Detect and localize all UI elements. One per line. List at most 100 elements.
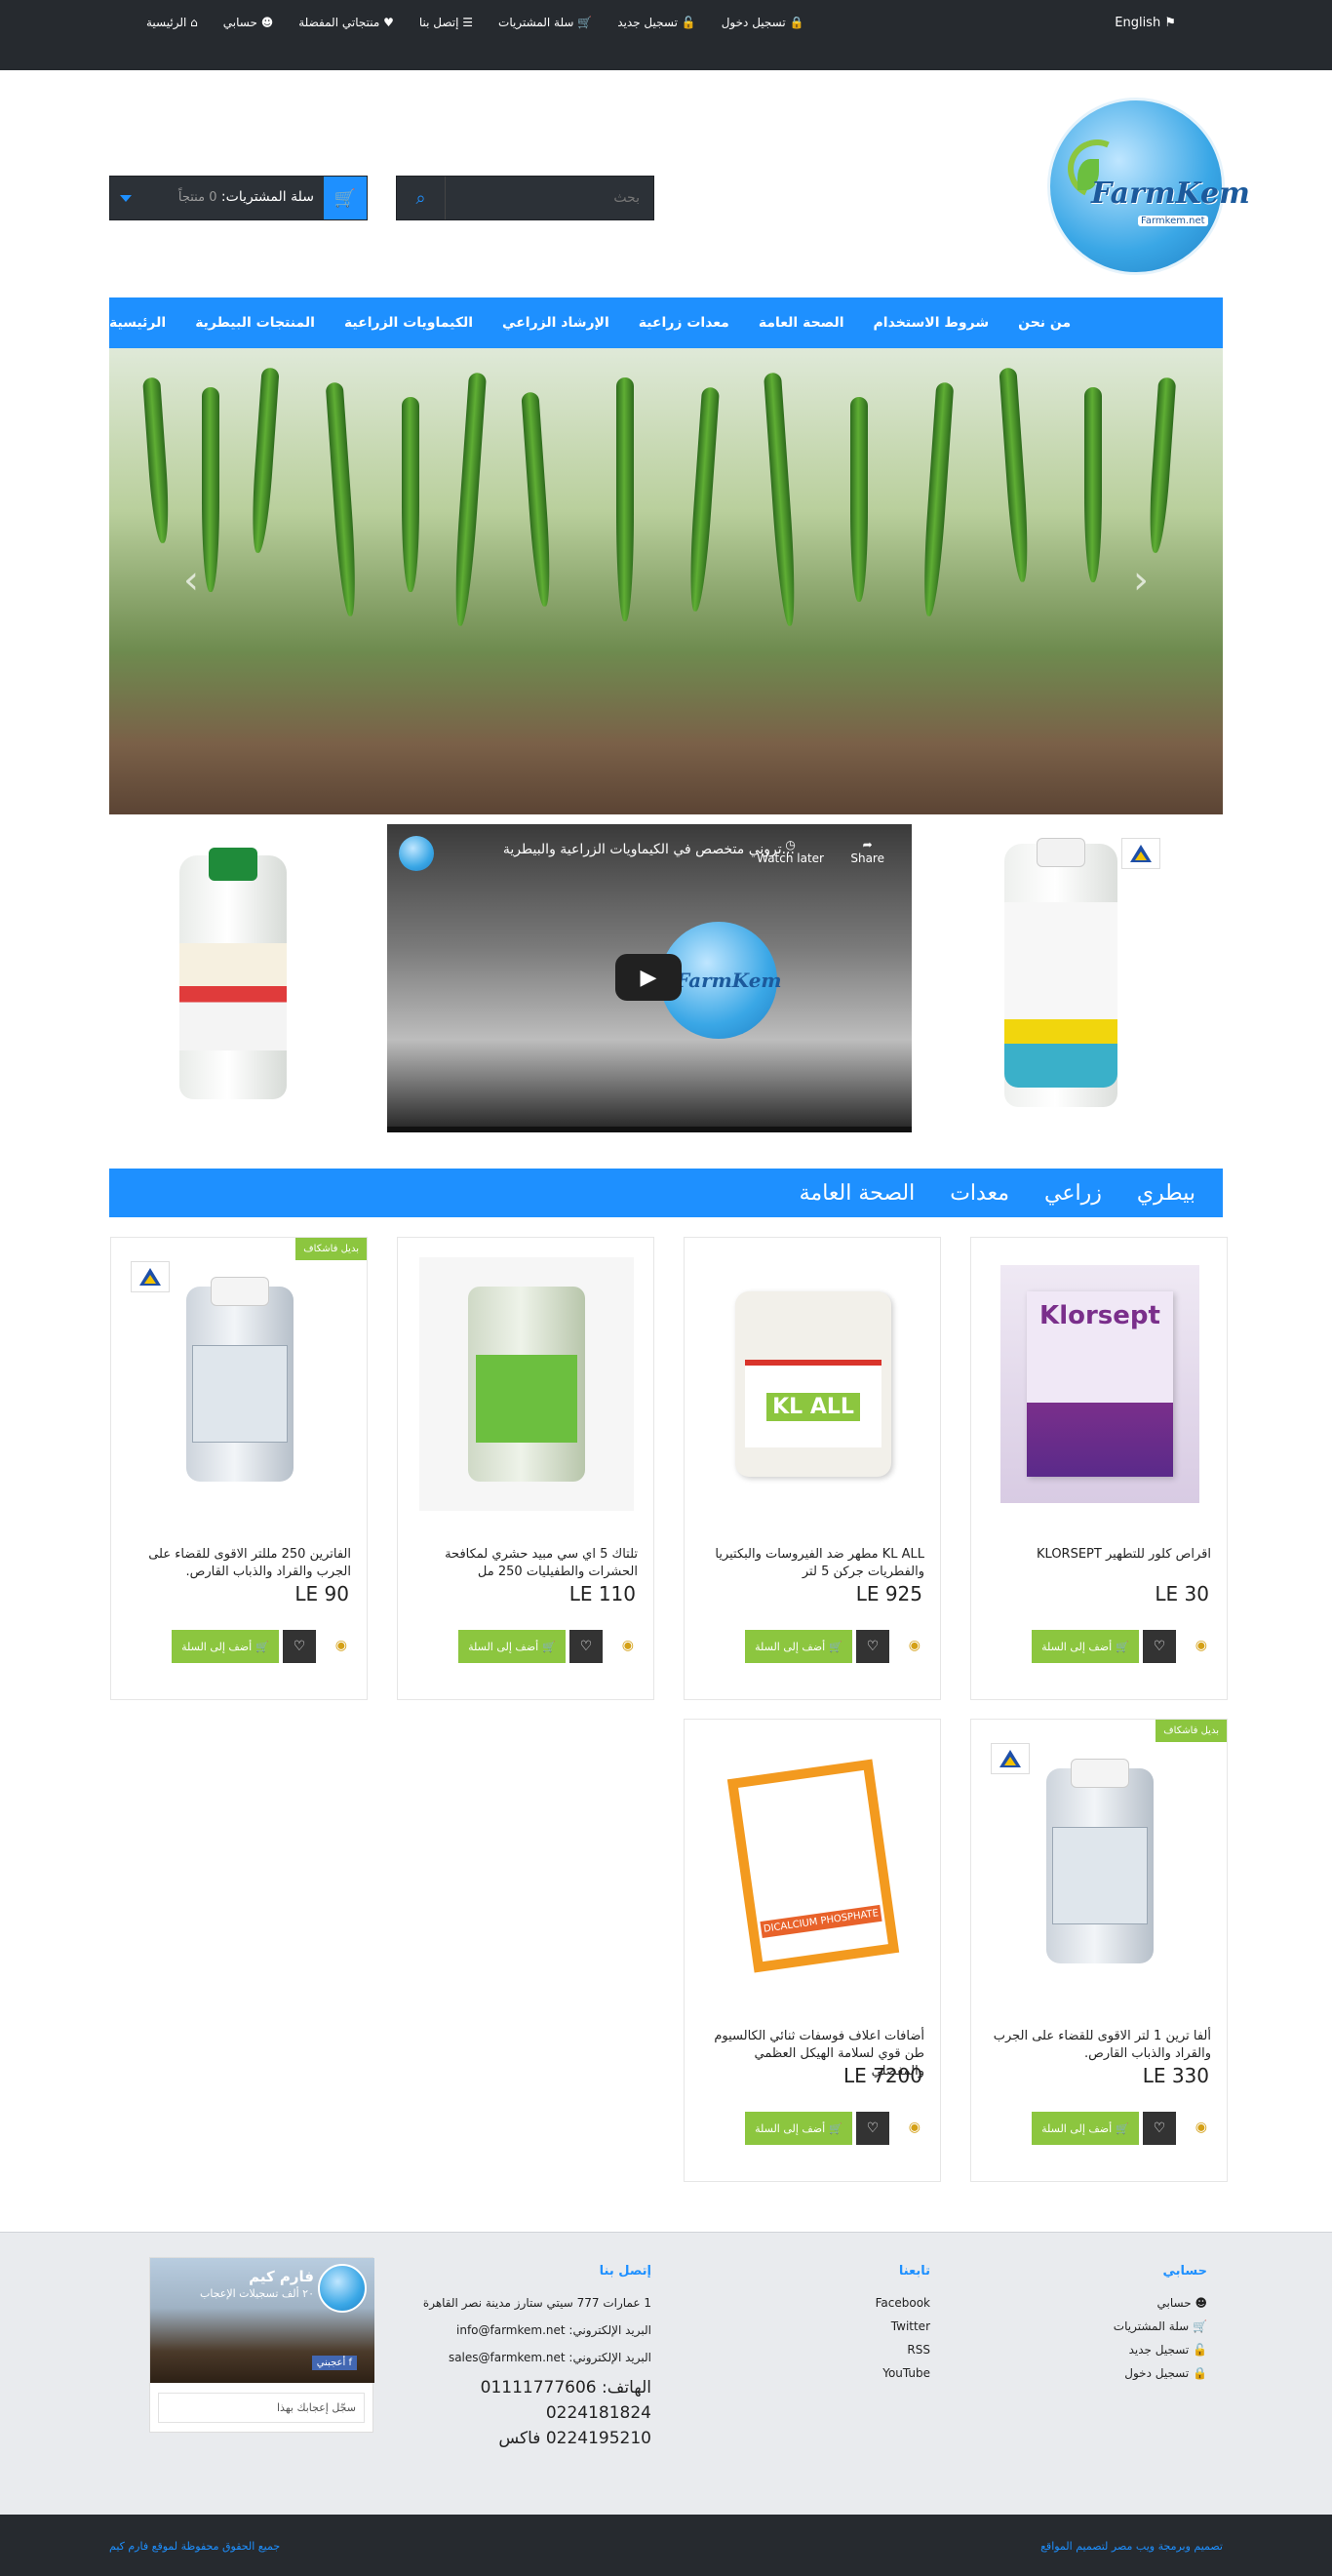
brand-logo — [1121, 838, 1160, 869]
product-card[interactable]: DICALCIUM PHOSPHATE أضافات اعلاف فوسفات ث… — [684, 1719, 941, 2182]
footer-link-register[interactable]: 🔓 تسجيل جديد — [1114, 2343, 1207, 2357]
product-name[interactable]: الفاترين 250 مللتر الاقوى للقضاء على الج… — [127, 1546, 351, 1581]
wishlist-button[interactable]: ♡ — [1143, 1630, 1176, 1663]
footer-account: حسابي ☻ حسابي 🛒 سلة المشتريات 🔓 تسجيل جد… — [1114, 2264, 1207, 2390]
product-jerrycan-image: KL ALL — [735, 1291, 891, 1477]
quick-view-icon[interactable]: ◉ — [622, 1638, 634, 1653]
add-to-cart-button[interactable]: 🛒 أضف إلى السلة — [458, 1630, 566, 1663]
footer-link-account[interactable]: ☻ حسابي — [1114, 2296, 1207, 2310]
wishlist-button[interactable]: ♡ — [856, 1630, 889, 1663]
product-actions: 🛒 أضف إلى السلة ♡ ◉ — [971, 2112, 1227, 2147]
promo-right[interactable] — [940, 824, 1188, 1134]
tab-0[interactable]: بيطري — [1137, 1181, 1195, 1206]
product-card[interactable]: KL ALL KL ALL مطهر ضد الفيروسات والبكتيري… — [684, 1237, 941, 1700]
add-to-cart-button[interactable]: 🛒 أضف إلى السلة — [1032, 2112, 1139, 2145]
facebook-widget[interactable]: فارم كيم ٢٠ ألف تسجيلات الإعجاب f أعجبني… — [149, 2257, 374, 2433]
tab-3[interactable]: الصحة العامة — [800, 1181, 916, 1206]
top-link-4[interactable]: 🛒 سلة المشتريات — [498, 16, 592, 29]
cart-widget[interactable]: 🛒 سلة المشتريات: 0 منتجاً — [109, 176, 368, 220]
footer-email-info[interactable]: البريد الإلكتروني: info@farmkem.net — [423, 2323, 651, 2337]
language-switch[interactable]: ⚑ English — [1115, 16, 1176, 30]
video-progress-bar[interactable] — [387, 1127, 912, 1132]
nav-item-2[interactable]: الكيماويات الزراعية — [344, 315, 473, 331]
top-link-6[interactable]: 🔒 تسجيل دخول — [722, 16, 804, 29]
share-button[interactable]: ➦ Share — [850, 838, 884, 865]
cart-icon: 🛒 — [1116, 2121, 1129, 2135]
product-image[interactable] — [993, 1739, 1207, 1993]
footer-link-twitter[interactable]: Twitter — [876, 2319, 930, 2333]
top-link-1[interactable]: ☻ حسابي — [223, 16, 273, 29]
nav-item-0[interactable]: الرئيسية — [109, 315, 166, 331]
product-card[interactable]: تلتاك 5 اي سي مبيد حشري لمكافحة الحشرات … — [397, 1237, 654, 1700]
footer-link-rss[interactable]: RSS — [876, 2343, 930, 2357]
product-name[interactable]: تلتاك 5 اي سي مبيد حشري لمكافحة الحشرات … — [413, 1546, 638, 1581]
cart-icon: 🛒 — [1189, 2319, 1207, 2333]
play-icon[interactable]: ▶ — [615, 954, 682, 1001]
product-name[interactable]: ألفا ترين 1 لتر الاقوى للقضاء على الجرب … — [987, 2028, 1211, 2063]
pepper-shape — [402, 397, 419, 592]
facebook-like-button[interactable]: f أعجبني — [311, 2356, 357, 2370]
product-image[interactable] — [133, 1257, 347, 1511]
add-to-cart-button[interactable]: 🛒 أضف إلى السلة — [172, 1630, 279, 1663]
slider-prev-icon[interactable]: ‹ — [183, 558, 199, 603]
quick-view-icon[interactable]: ◉ — [1195, 1638, 1207, 1653]
search-input[interactable] — [446, 177, 653, 219]
tab-2[interactable]: معدات — [950, 1181, 1009, 1206]
top-link-3[interactable]: ☰ إتصل بنا — [419, 16, 473, 29]
footer-link-cart[interactable]: 🛒 سلة المشتريات — [1114, 2319, 1207, 2333]
product-card[interactable]: بديل فاشكاف ألفا ترين 1 لتر الاقوى للقضاء… — [970, 1719, 1228, 2182]
footer-email-sales[interactable]: البريد الإلكتروني: sales@farmkem.net — [423, 2351, 651, 2364]
pepper-shape — [521, 391, 554, 608]
nav-item-3[interactable]: الإرشاد الزراعي — [502, 315, 609, 331]
brand-logo — [131, 1261, 170, 1292]
nav-item-4[interactable]: معدات زراعية — [639, 315, 729, 331]
quick-view-icon[interactable]: ◉ — [335, 1638, 347, 1653]
product-image[interactable]: DICALCIUM PHOSPHATE — [706, 1739, 921, 1993]
product-name[interactable]: اقراص كلور للتطهير KLORSEPT — [987, 1546, 1211, 1564]
quick-view-icon[interactable]: ◉ — [909, 2120, 921, 2135]
product-label — [1052, 1827, 1148, 1924]
search-button[interactable]: ⌕ — [397, 177, 446, 219]
slider-next-icon[interactable]: › — [1133, 558, 1149, 603]
top-link-2[interactable]: ♥ منتجاتي المفضلة — [298, 16, 394, 29]
product-name[interactable]: KL ALL مطهر ضد الفيروسات والبكتيريا والف… — [700, 1546, 924, 1581]
nav-item-7[interactable]: من نحن — [1018, 315, 1071, 331]
nav-item-5[interactable]: الصحة العامة — [759, 315, 844, 331]
product-image[interactable]: KL ALL — [706, 1257, 921, 1511]
site-logo[interactable]: FarmKem Farmkem.net — [1047, 98, 1250, 275]
nav-item-1[interactable]: المنتجات البيطرية — [195, 315, 315, 331]
wishlist-button[interactable]: ♡ — [856, 2112, 889, 2145]
watch-later-button[interactable]: ◷ Watch later — [757, 838, 824, 865]
quick-view-icon[interactable]: ◉ — [1195, 2120, 1207, 2135]
add-to-cart-button[interactable]: 🛒 أضف إلى السلة — [1032, 1630, 1139, 1663]
product-image[interactable] — [419, 1257, 634, 1511]
quick-view-icon[interactable]: ◉ — [909, 1638, 921, 1653]
footer-follow-title: تابعنا — [898, 2264, 930, 2279]
product-card[interactable]: بديل فاشكاف الفاترين 250 مللتر الاقوى للق… — [110, 1237, 368, 1700]
footer-link-login[interactable]: 🔒 تسجيل دخول — [1114, 2366, 1207, 2380]
promo-left[interactable] — [109, 824, 357, 1134]
wishlist-button[interactable]: ♡ — [569, 1630, 603, 1663]
product-sack-image: DICALCIUM PHOSPHATE — [726, 1759, 900, 1973]
chevron-down-icon[interactable] — [120, 195, 132, 202]
top-link-0[interactable]: ⌂ الرئيسية — [146, 16, 198, 29]
footer-link-facebook[interactable]: Facebook — [876, 2296, 930, 2310]
wishlist-button[interactable]: ♡ — [283, 1630, 316, 1663]
product-card[interactable]: Klorsept اقراص كلور للتطهير KLORSEPT LE 30… — [970, 1237, 1228, 1700]
footer-contact: إتصل بنا 1 عمارات 777 سيتي ستارز مدينة ن… — [423, 2264, 651, 2454]
footer-link-youtube[interactable]: YouTube — [876, 2366, 930, 2380]
add-to-cart-button[interactable]: 🛒 أضف إلى السلة — [745, 1630, 852, 1663]
main-nav: الرئيسية المنتجات البيطرية الكيماويات الزر… — [109, 297, 1223, 348]
lock-icon: 🔒 — [785, 16, 804, 29]
home-icon: ⌂ — [186, 16, 198, 29]
video-player[interactable]: ...تروني متخصص في الكيماويات الزراعية وا… — [387, 824, 912, 1132]
top-link-5[interactable]: 🔓 تسجيل جديد — [617, 16, 695, 29]
tab-1[interactable]: زراعي — [1044, 1181, 1102, 1206]
nav-item-6[interactable]: شروط الاستخدام — [874, 315, 990, 331]
cart-icon: 🛒 — [542, 1640, 556, 1653]
cart-count: 0 منتجاً — [177, 190, 217, 205]
designer-credit[interactable]: تصميم وبرمجة ويب مصر لتصميم المواقع — [1040, 2540, 1223, 2553]
add-to-cart-button[interactable]: 🛒 أضف إلى السلة — [745, 2112, 852, 2145]
product-image[interactable]: Klorsept — [993, 1257, 1207, 1511]
wishlist-button[interactable]: ♡ — [1143, 2112, 1176, 2145]
